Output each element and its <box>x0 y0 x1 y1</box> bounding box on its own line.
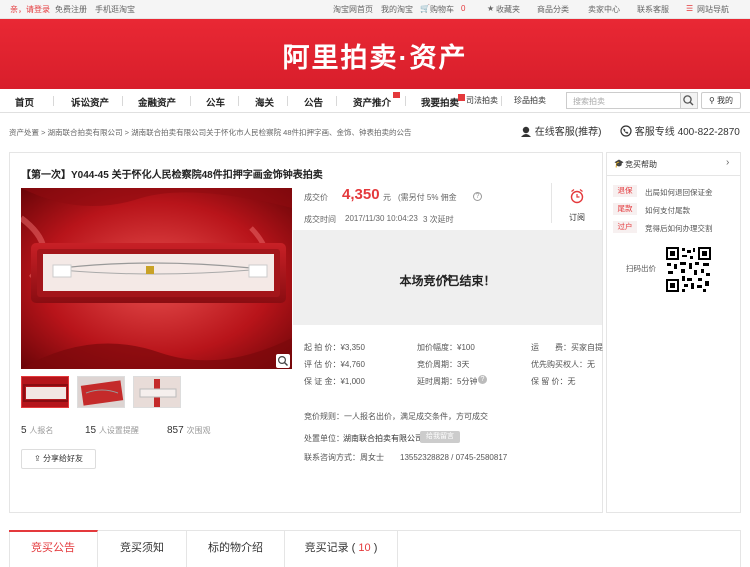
thumbnail[interactable] <box>77 376 125 408</box>
sitemap-icon: ☰ <box>686 4 694 13</box>
new-badge <box>393 92 400 98</box>
deal-time: 2017/11/30 10:04:23 <box>345 214 418 223</box>
categories-link[interactable]: 商品分类 <box>537 4 569 15</box>
nav-announcements[interactable]: 公告 <box>304 95 323 109</box>
deal-price: 4,350 <box>342 186 380 203</box>
bid-rule: 竞价规则：一人报名出价，满足成交条件，方可成交 <box>304 412 488 421</box>
disposal-unit[interactable]: 湖南联合拍卖有限公司 <box>343 433 423 444</box>
bid-increment: 加价幅度：¥100 <box>417 343 475 352</box>
online-service-link[interactable]: 在线客服(推荐) <box>520 123 601 138</box>
nav-financial[interactable]: 金融资产 <box>138 95 176 109</box>
deposit: 保 证 金：¥1,000 <box>304 377 365 386</box>
zoom-icon[interactable] <box>276 354 290 368</box>
search-input[interactable]: 搜索拍卖 <box>566 92 681 109</box>
nav-litigation[interactable]: 诉讼资产 <box>71 95 109 109</box>
tab-bid-notice[interactable]: 竞买须知 <box>98 530 187 567</box>
view-count: 857 次围观 <box>167 425 211 436</box>
cart-count: 0 <box>461 4 466 13</box>
nav-home[interactable]: 首页 <box>15 95 34 109</box>
help-link-refund[interactable]: 出局如何退回保证金 <box>645 187 713 198</box>
breadcrumb[interactable]: 资产处置 > 湖南联合拍卖有限公司 > 湖南联合拍卖有限公司关于怀化市人民检察院… <box>9 127 412 138</box>
tab-bid-records[interactable]: 竞买记录 ( 10 ) <box>285 530 398 567</box>
cart-icon[interactable]: 🛒 <box>420 4 430 13</box>
deal-time-label: 成交时间 <box>304 215 336 224</box>
contact-info: 联系咨询方式：周女士 13552328828 / 0745-2580817 <box>304 453 508 462</box>
qr-label: 扫码出价 <box>626 264 656 273</box>
alarm-clock-icon <box>570 189 584 204</box>
graduation-cap-icon: 🎓 <box>614 159 624 168</box>
help-icon[interactable]: ? <box>473 192 482 201</box>
share-icon: ⇪ <box>34 454 43 463</box>
evaluation-price: 评 估 价：¥4,760 <box>304 360 365 369</box>
nav-asset-promo[interactable]: 资产推介 <box>353 95 391 109</box>
login-link[interactable]: 亲，请登录 <box>10 4 50 15</box>
reminder-count: 15 人设置提醒 <box>85 425 139 436</box>
nav-customs[interactable]: 海关 <box>255 95 274 109</box>
bid-record-count: 10 <box>358 542 371 554</box>
headset-icon <box>521 126 531 137</box>
seller-center-link[interactable]: 卖家中心 <box>588 4 620 15</box>
phone-icon <box>620 125 632 137</box>
help-tag: 过户 <box>613 221 637 233</box>
nav-official-cars[interactable]: 公车 <box>206 95 225 109</box>
cart-link[interactable]: 购物车 <box>430 4 454 15</box>
user-icon: ⚲ <box>708 96 718 105</box>
subscribe-button[interactable]: 订阅 <box>551 183 601 223</box>
commission-note: (需另付 5% 佣金 <box>398 193 457 202</box>
support-link[interactable]: 联系客服 <box>637 4 669 15</box>
signup-count: 5 人报名 <box>21 425 54 436</box>
brand-banner: 阿里拍卖·资产 <box>0 19 750 89</box>
shipping: 运 费：买家自提 <box>531 343 603 352</box>
chevron-right-icon: › <box>726 157 730 168</box>
tab-announcement[interactable]: 竞买公告 <box>9 530 98 567</box>
thumbnail[interactable] <box>21 376 69 408</box>
mobile-link[interactable]: 手机逛淘宝 <box>95 4 135 15</box>
reserve-price: 保 留 价：无 <box>531 377 576 386</box>
info-icon[interactable]: ? <box>478 375 487 384</box>
search-icon <box>683 95 694 106</box>
help-link-payment[interactable]: 如何支付尾款 <box>645 205 690 216</box>
help-link-transfer[interactable]: 竞得后如何办理交割 <box>645 223 713 234</box>
priority-buyer: 优先购买权人：无 <box>531 360 595 369</box>
my-account-button[interactable]: ⚲ 我的 <box>701 92 741 109</box>
message-button[interactable]: 给我留言 <box>420 431 460 443</box>
top-bar: 亲，请登录 免费注册 手机逛淘宝 淘宝网首页 我的淘宝 🛒 购物车 0 ★ 收藏… <box>0 0 750 19</box>
sitemap-link[interactable]: 网站导航 <box>697 4 729 15</box>
brand-logo[interactable]: 阿里拍卖·资产 <box>0 36 750 75</box>
qr-code[interactable] <box>666 247 711 292</box>
hotline: 客服专线 400-822-2870 <box>620 123 740 138</box>
delay-period: 延时周期：5分钟 <box>417 377 478 386</box>
nav-treasure[interactable]: 珍品拍卖 <box>514 95 546 106</box>
deal-price-label: 成交价 <box>304 193 328 202</box>
extension-count: 3 次延时 <box>423 215 454 224</box>
currency-label: 元 <box>383 193 391 202</box>
item-main-image[interactable] <box>21 188 292 369</box>
disposal-unit-label: 处置单位： <box>304 434 344 443</box>
help-tag: 退保 <box>613 185 637 197</box>
my-taobao-link[interactable]: 我的淘宝 <box>381 4 413 15</box>
hot-badge <box>458 94 465 101</box>
start-price: 起 拍 价：¥3,350 <box>304 343 365 352</box>
share-button[interactable]: ⇪ 分享给好友 <box>21 449 96 469</box>
item-title: 【第一次】Y044-45 关于怀化人民检察院48件扣押字画金饰钟表拍卖 <box>21 170 323 181</box>
help-tag: 尾款 <box>613 203 637 215</box>
nav-judicial[interactable]: 司法拍卖 <box>466 95 498 106</box>
register-link[interactable]: 免费注册 <box>55 4 87 15</box>
taobao-home-link[interactable]: 淘宝网首页 <box>333 4 373 15</box>
auction-ended-panel: ⚒ 本场竞价已结束！ <box>293 230 602 325</box>
help-header[interactable]: 🎓 竞买帮助 › <box>606 152 741 176</box>
search-button[interactable] <box>681 92 698 109</box>
tab-item-intro[interactable]: 标的物介绍 <box>187 530 285 567</box>
thumbnail[interactable] <box>133 376 181 408</box>
star-icon: ★ <box>487 4 495 13</box>
bid-period: 竞价周期：3天 <box>417 360 470 369</box>
favorites-link[interactable]: 收藏夹 <box>496 4 520 15</box>
nav-sell[interactable]: 我要拍卖 <box>421 95 459 109</box>
